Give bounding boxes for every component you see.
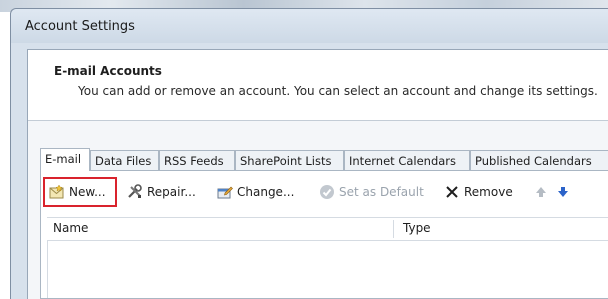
new-button-label: New...: [69, 185, 106, 199]
tab-internet-calendars[interactable]: Internet Calendars: [344, 150, 470, 170]
tab-email[interactable]: E-mail: [40, 148, 90, 171]
new-button[interactable]: New...: [49, 181, 106, 203]
arrow-up-icon: [533, 184, 549, 200]
new-account-envelope-icon: [49, 184, 65, 200]
arrow-down-icon: [555, 184, 571, 200]
move-up-button[interactable]: [533, 181, 549, 203]
remove-button[interactable]: Remove: [444, 181, 513, 203]
column-header-name[interactable]: Name: [53, 221, 88, 235]
account-list[interactable]: [47, 240, 608, 298]
set-as-default-button[interactable]: Set as Default: [319, 181, 424, 203]
column-header-type[interactable]: Type: [403, 221, 431, 235]
section-description: You can add or remove an account. You ca…: [78, 84, 598, 98]
title-bar[interactable]: Account Settings: [11, 9, 608, 43]
tab-rss-feeds[interactable]: RSS Feeds: [159, 150, 235, 170]
set-as-default-label: Set as Default: [339, 185, 424, 199]
dialog-body: E-mail Accounts You can add or remove an…: [27, 49, 608, 299]
change-button-label: Change...: [237, 185, 295, 199]
x-remove-icon: [444, 184, 460, 200]
repair-button-label: Repair...: [147, 185, 196, 199]
header-panel: E-mail Accounts You can add or remove an…: [28, 50, 608, 121]
email-tab-page: New... Repair... Change... Set as Defaul…: [40, 170, 608, 299]
tab-published-calendars[interactable]: Published Calendars: [470, 150, 608, 170]
window-title: Account Settings: [25, 19, 135, 34]
change-settings-icon: [217, 184, 233, 200]
account-toolbar: New... Repair... Change... Set as Defaul…: [41, 171, 608, 213]
repair-tools-icon: [127, 184, 143, 200]
column-divider[interactable]: [393, 220, 394, 238]
tab-sharepoint-lists[interactable]: SharePoint Lists: [235, 150, 344, 170]
section-title: E-mail Accounts: [54, 64, 162, 78]
change-button[interactable]: Change...: [217, 181, 294, 203]
tab-strip: E-mail Data Files RSS Feeds SharePoint L…: [40, 148, 608, 171]
check-circle-icon: [319, 184, 335, 200]
repair-button[interactable]: Repair...: [127, 181, 196, 203]
tab-data-files[interactable]: Data Files: [90, 150, 159, 170]
remove-button-label: Remove: [464, 185, 513, 199]
account-settings-window: Account Settings E-mail Accounts You can…: [10, 8, 608, 299]
move-down-button[interactable]: [555, 181, 571, 203]
account-list-header: Name Type: [47, 217, 608, 241]
